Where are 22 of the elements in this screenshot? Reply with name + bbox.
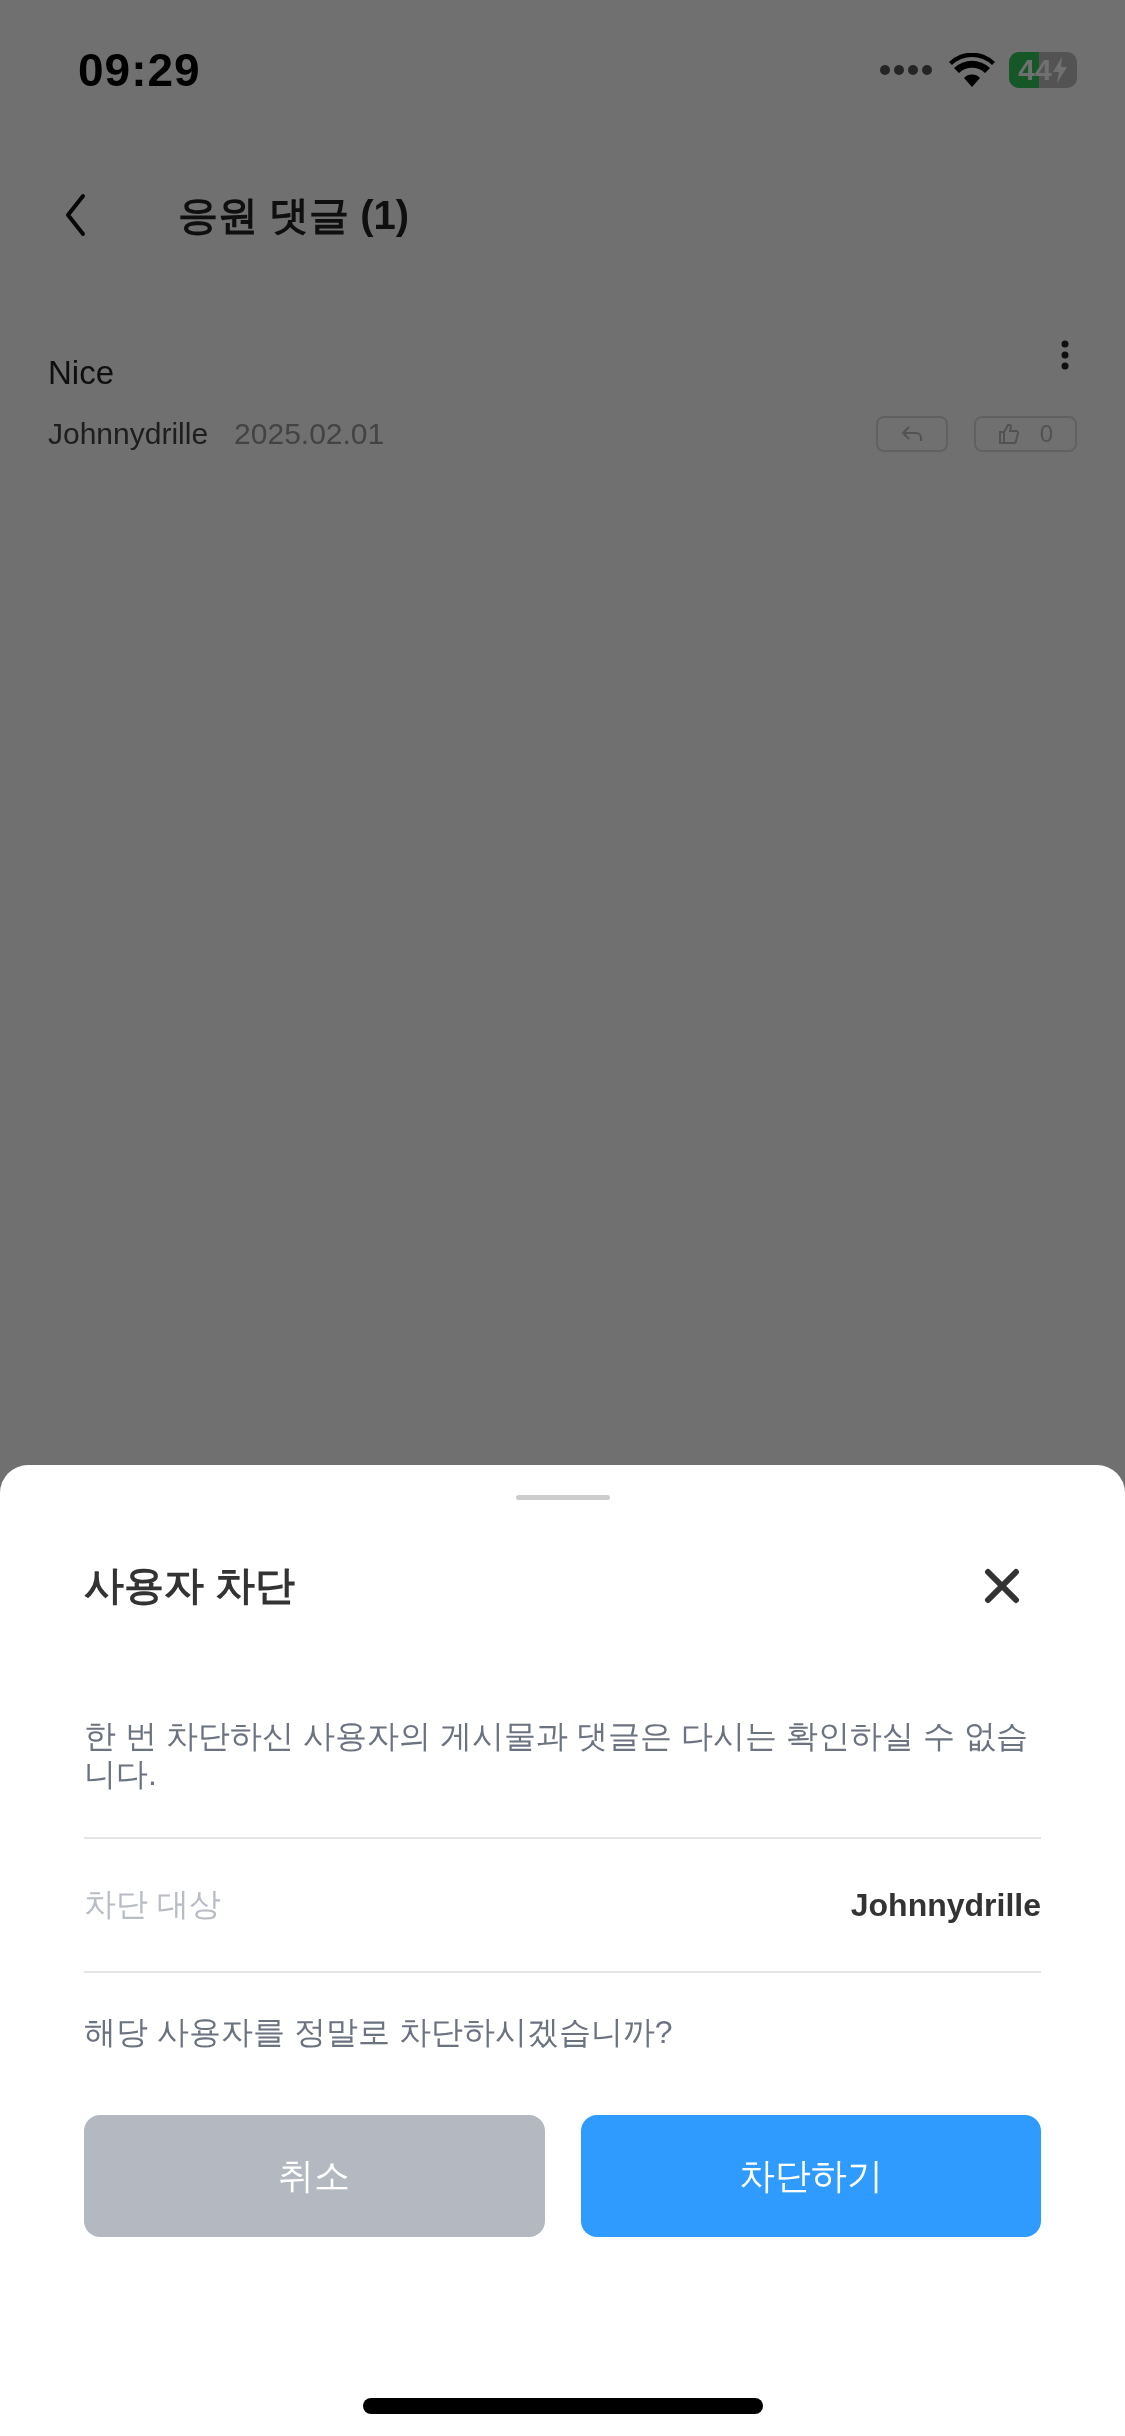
thumbs-up-icon [997,423,1020,445]
page-title: 응원 댓글 (1) [178,191,410,239]
close-button[interactable] [983,1566,1021,1605]
close-icon [983,1566,1021,1605]
more-icon [1061,340,1069,370]
cancel-button[interactable]: 취소 [84,2115,545,2237]
back-button[interactable] [64,193,86,237]
wifi-icon [949,53,995,87]
warning-text: 한 번 차단하신 사용자의 게시물과 댓글은 다시는 확인하실 수 없습니다. [84,1717,1041,1839]
block-button[interactable]: 차단하기 [580,2115,1041,2237]
reply-icon [899,424,924,444]
comment-text: Nice [48,354,115,392]
chevron-left-icon [64,193,86,237]
target-value: Johnnydrille [850,1886,1041,1924]
comment-author: Johnnydrille [48,417,209,451]
drag-handle[interactable] [515,1495,610,1500]
signal-icon [879,62,935,78]
status-time: 09:29 [78,43,201,97]
target-label: 차단 대상 [84,1885,221,1924]
sheet-title: 사용자 차단 [84,1562,296,1609]
bolt-icon [1051,57,1068,83]
confirm-question: 해당 사용자를 정말로 차단하시겠습니까? [84,2013,674,2052]
